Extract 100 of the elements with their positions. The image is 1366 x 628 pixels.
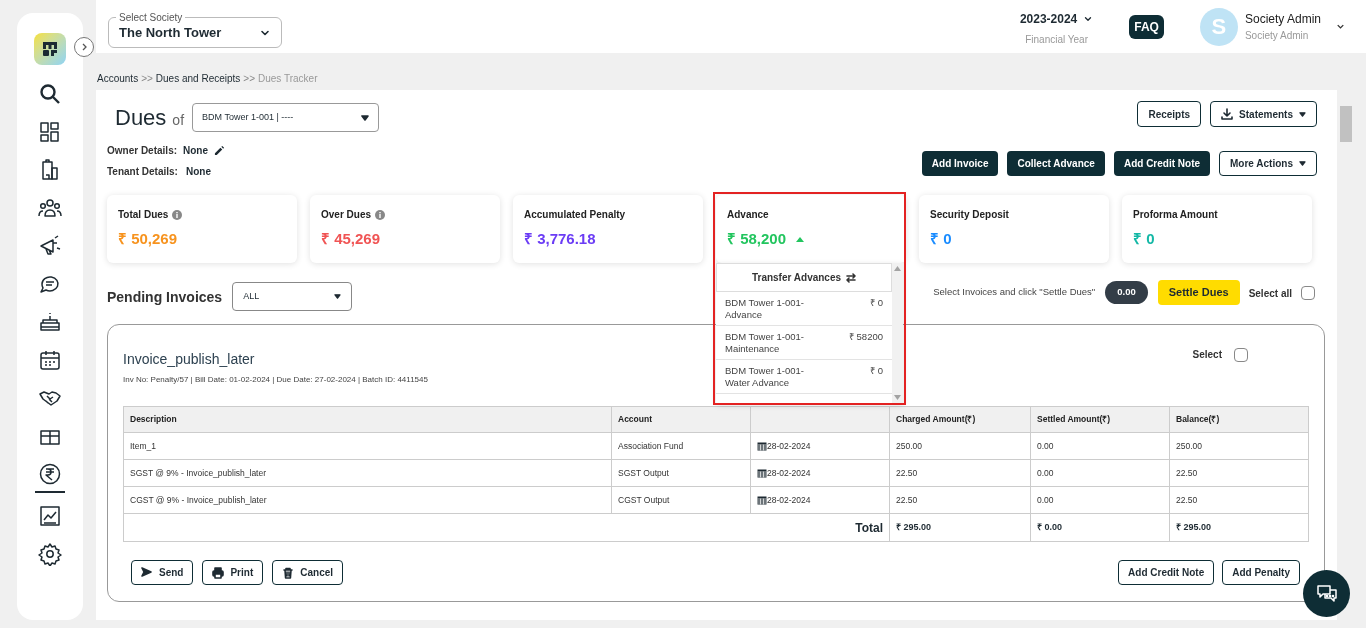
table-cell: 22.50: [1169, 459, 1309, 487]
field-value: None: [185, 165, 211, 179]
expand-sidebar-button[interactable]: [74, 37, 94, 57]
column-header: Settled Amount(₹): [1030, 406, 1170, 433]
info-icon: [375, 209, 386, 220]
faq-button[interactable]: FAQ: [1129, 14, 1164, 39]
transfer-advances-button[interactable]: Transfer Advances: [716, 263, 892, 292]
calendar-icon: [38, 348, 62, 372]
calendar-icon: [757, 441, 767, 451]
print-button[interactable]: Print: [202, 560, 264, 585]
table-cell: 28-02-2024: [767, 493, 811, 507]
invoice-title: Invoice_publish_later: [123, 350, 256, 369]
printer-icon: [212, 566, 225, 579]
table-cell: CGST @ 9% - Invoice_publish_later: [123, 486, 612, 514]
caret-down-icon: [1299, 111, 1306, 117]
table-cell: 22.50: [889, 486, 1031, 514]
total-value: ₹ 295.00: [1169, 513, 1309, 542]
table-cell: Association Fund: [611, 432, 751, 460]
megaphone-icon: [38, 234, 62, 258]
card-value: ₹ 0: [1133, 229, 1155, 249]
chart-icon: [38, 504, 62, 528]
breadcrumb-link[interactable]: Accounts: [97, 71, 139, 86]
year-value: 2023-2024: [1019, 11, 1078, 28]
table-cell: SGST @ 9% - Invoice_publish_later: [123, 459, 612, 487]
people-icon: [38, 196, 62, 220]
total-label: Total: [123, 513, 890, 542]
page-title: Dues: [115, 104, 167, 132]
table-cell: SGST Output: [611, 459, 751, 487]
invoice-filter-select[interactable]: ALL: [232, 282, 353, 311]
edit-icon[interactable]: [214, 145, 226, 156]
field-label: Owner Details:: [107, 144, 178, 158]
cake-icon: [38, 310, 62, 334]
select-value: The North Tower: [119, 23, 222, 42]
action-button[interactable]: More Actions: [1219, 151, 1317, 176]
card-value: ₹ 50,269: [118, 229, 178, 249]
receipts-button[interactable]: Receipts: [1137, 101, 1202, 127]
table-cell: 250.00: [1169, 432, 1309, 460]
table-cell: 28-02-2024: [767, 466, 811, 480]
dashboard-icon: [38, 120, 62, 144]
table-cell: 22.50: [889, 459, 1031, 487]
action-button[interactable]: Add Penalty: [1222, 560, 1300, 585]
settings-icon: [38, 542, 62, 566]
action-button[interactable]: Add Invoice: [921, 151, 999, 176]
card-value: ₹ 45,269: [321, 229, 381, 249]
statements-button[interactable]: Statements: [1210, 101, 1317, 127]
swap-icon: [846, 272, 857, 283]
column-header: Account: [611, 406, 751, 433]
user-name: Society Admin: [1244, 11, 1321, 28]
app-logo[interactable]: [34, 33, 66, 65]
trash-icon: [282, 566, 295, 579]
rupee-icon: [38, 462, 62, 486]
caret-down-icon: [361, 114, 370, 121]
breadcrumb-separator: >>: [243, 72, 255, 86]
table-cell: 250.00: [889, 432, 1031, 460]
field-label: Tenant Details:: [107, 165, 178, 179]
total-value: ₹ 295.00: [889, 513, 1031, 542]
download-icon: [1221, 108, 1234, 120]
checkbox-label: Select: [1192, 348, 1222, 362]
card-value: ₹ 3,776.18: [524, 229, 596, 249]
selected-total: 0.00: [1105, 281, 1148, 304]
select-value: BDM Tower 1-001 | ----: [202, 110, 294, 124]
unit-select[interactable]: BDM Tower 1-001 | ----: [192, 103, 380, 132]
breadcrumb-link[interactable]: Dues and Receipts: [155, 71, 241, 86]
card-label: Security Deposit: [930, 208, 1009, 222]
table-cell: CGST Output: [611, 486, 751, 514]
send-button[interactable]: Send: [131, 560, 194, 585]
column-header: Balance(₹): [1169, 406, 1309, 433]
table-cell: 0.00: [1030, 432, 1170, 460]
card-label: Proforma Amount: [1133, 208, 1218, 222]
title-suffix: of: [172, 111, 185, 130]
invoice-checkbox[interactable]: [1234, 347, 1248, 362]
field-label: Select Society: [116, 10, 186, 25]
card-value: ₹ 0: [930, 229, 952, 249]
select-all-checkbox[interactable]: [1301, 285, 1315, 300]
user-avatar: S: [1199, 7, 1238, 46]
action-button[interactable]: Collect Advance: [1007, 151, 1105, 176]
column-header: Description: [123, 406, 612, 433]
info-icon: [172, 209, 183, 220]
breadcrumb-current: Dues Tracker: [258, 72, 318, 86]
card-label: Total Dues: [118, 208, 169, 222]
action-button[interactable]: Add Credit Note: [1118, 560, 1215, 585]
calendar-icon: [757, 495, 767, 505]
table-cell: 0.00: [1030, 459, 1170, 487]
calendar-icon: [757, 468, 767, 478]
column-header: Charged Amount(₹): [889, 406, 1031, 433]
checkbox-label: Select all: [1248, 287, 1292, 301]
card-label: Advance: [727, 208, 769, 222]
caret-down-icon: [1299, 161, 1306, 166]
breadcrumb-separator: >>: [141, 72, 153, 86]
select-value: ALL: [243, 289, 260, 303]
cancel-button[interactable]: Cancel: [272, 560, 344, 585]
send-icon: [141, 566, 153, 579]
user-role: Society Admin: [1244, 29, 1310, 43]
card-label: Over Dues: [321, 208, 372, 222]
year-select[interactable]: 2023-2024: [1019, 10, 1094, 28]
table-cell: 28-02-2024: [767, 439, 811, 453]
action-button[interactable]: Add Credit Note: [1113, 151, 1211, 176]
settle-dues-button[interactable]: Settle Dues: [1157, 280, 1240, 305]
card-value: ₹ 58,200: [727, 229, 787, 249]
caret-down-icon: [334, 294, 342, 299]
